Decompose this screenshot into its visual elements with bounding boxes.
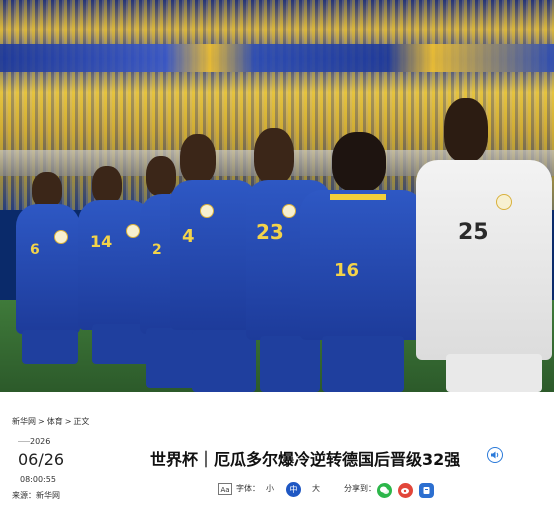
publish-year: 2026 (30, 437, 51, 446)
speaker-icon[interactable] (487, 447, 503, 463)
share-label: 分享到： (344, 484, 376, 493)
breadcrumb: 新华网 > 体育 > 正文 (12, 416, 89, 427)
qq-icon[interactable] (419, 483, 434, 498)
wechat-icon[interactable] (377, 483, 392, 498)
jersey-number: 16 (334, 260, 360, 281)
jersey-number: 2 (152, 242, 162, 258)
jersey-number: 4 (182, 226, 195, 247)
wechat-glyph (380, 486, 389, 494)
article-title: 世界杯｜厄瓜多尔爆冷逆转德国后晋级32强 (150, 450, 461, 469)
article-source: 来源：新华网 (12, 491, 60, 500)
hero-photo: 6 14 2 4 23 16 25 (0, 0, 554, 392)
jersey-number: 14 (90, 232, 113, 251)
publish-date: 06/26 (18, 450, 65, 469)
publish-time: 08:00:55 (20, 475, 56, 484)
player-16: 16 (296, 132, 428, 392)
weibo-icon[interactable] (398, 483, 413, 498)
speaker-icon-glyph (491, 451, 499, 459)
breadcrumb-section[interactable]: 体育 (47, 417, 63, 426)
goalkeeper-25: 25 (416, 98, 554, 392)
year-divider (18, 441, 30, 442)
breadcrumb-current: 正文 (73, 417, 90, 426)
font-size-small-button[interactable]: 小 (266, 483, 274, 494)
font-size-large-button[interactable]: 大 (312, 483, 320, 494)
qq-glyph (423, 487, 430, 494)
font-size-icon: Aa (218, 483, 232, 495)
font-label: 字体： (236, 484, 260, 493)
jersey-number: 6 (30, 242, 40, 258)
jersey-number: 23 (256, 220, 284, 244)
breadcrumb-home[interactable]: 新华网 (12, 417, 36, 426)
font-size-medium-button[interactable]: 中 (286, 482, 301, 497)
player-6: 6 (14, 172, 84, 392)
weibo-glyph (401, 488, 409, 494)
breadcrumb-separator: > (38, 417, 45, 426)
jersey-number: 25 (458, 220, 489, 245)
breadcrumb-separator: > (64, 417, 72, 426)
stadium-banner (0, 44, 554, 72)
